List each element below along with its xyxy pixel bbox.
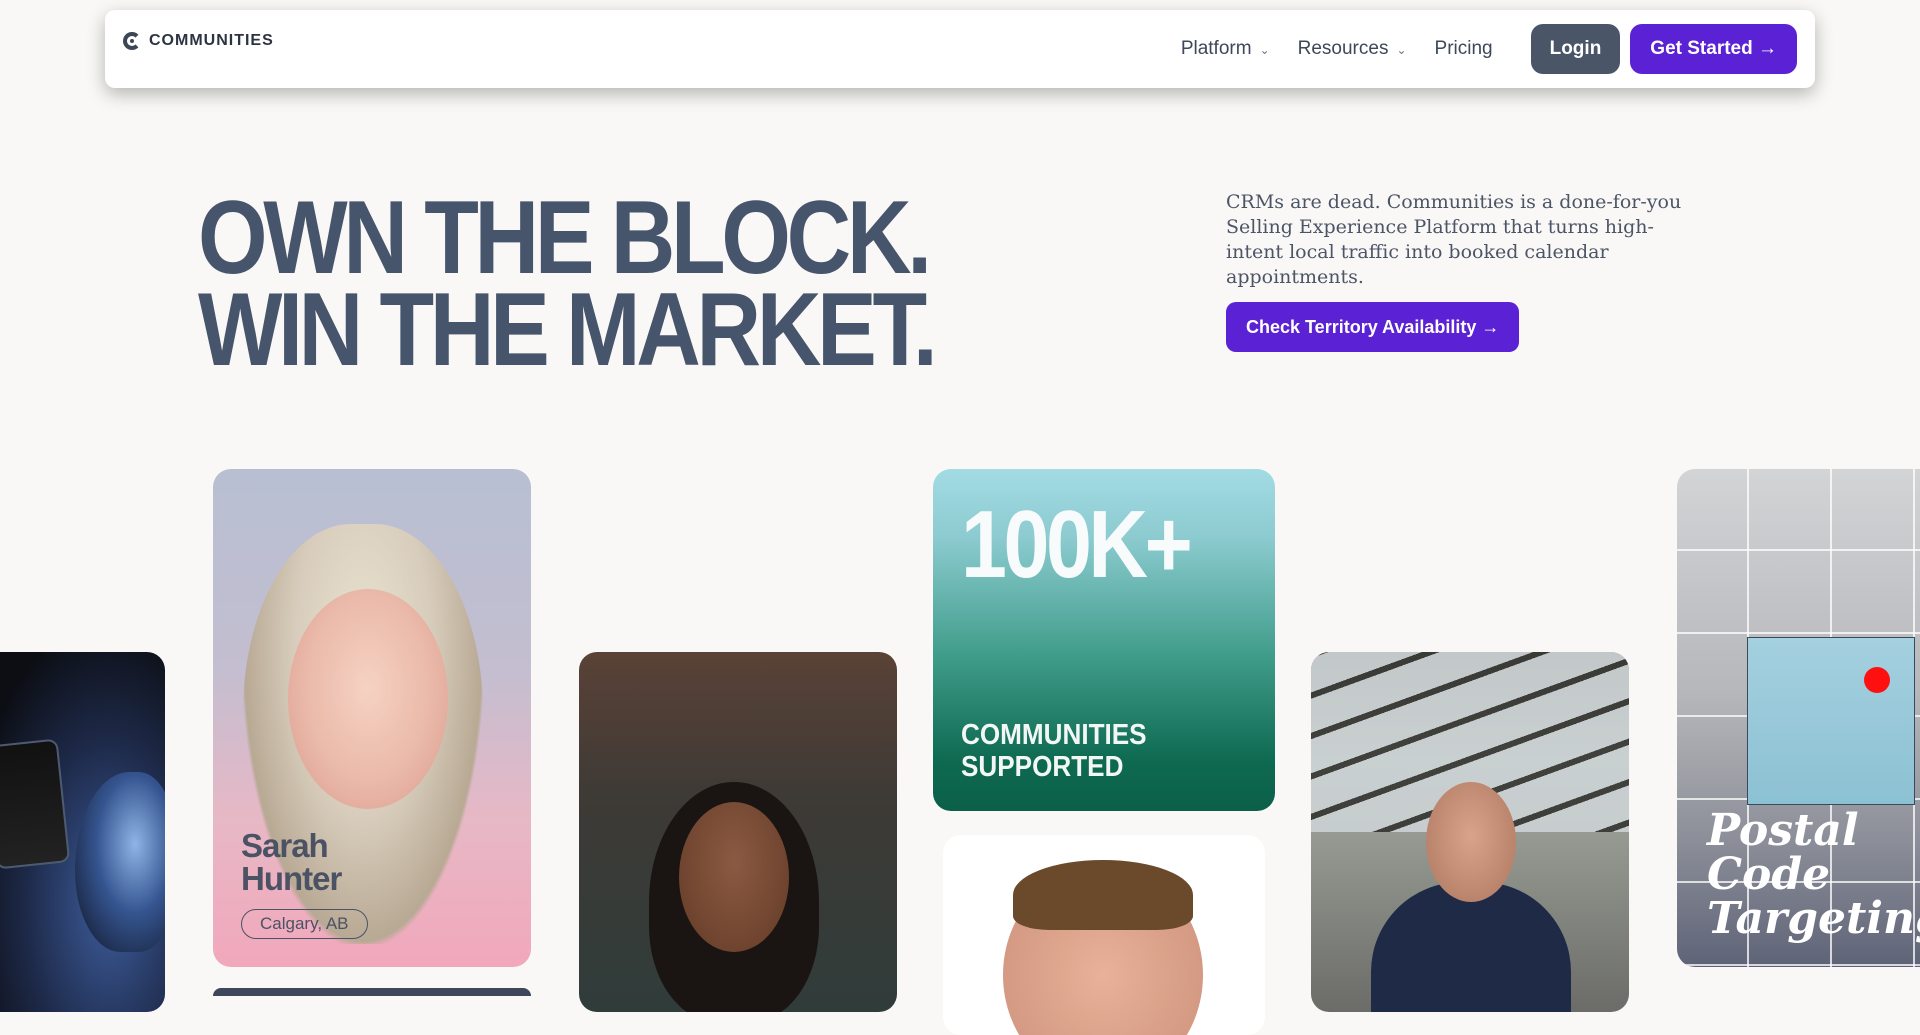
hero-title: OWN THE BLOCK. WIN THE MARKET. <box>198 180 938 388</box>
check-territory-button[interactable]: Check Territory Availability → <box>1226 302 1520 352</box>
robot-image-card <box>0 652 165 1012</box>
profile-first-name: Sarah <box>241 827 329 864</box>
brand-logo[interactable]: COMMUNITIES <box>123 32 274 50</box>
stat-value: 100K+ <box>961 491 1193 598</box>
portrait-card <box>1311 652 1629 1012</box>
map-tile <box>1747 637 1915 805</box>
hero-description: CRMs are dead. Communities is a done-for… <box>1226 191 1682 288</box>
stat-card: 100K+ COMMUNITIES SUPPORTED <box>933 469 1275 811</box>
location-badge: Calgary, AB <box>241 909 368 939</box>
portrait-card <box>943 835 1265 1035</box>
feature-title-line: Code <box>1707 849 1831 900</box>
portrait-face <box>679 802 789 952</box>
nav-item-label: Resources <box>1297 38 1389 59</box>
device-illustration <box>0 738 71 870</box>
get-started-button[interactable]: Get Started → <box>1630 24 1797 74</box>
portrait-hair <box>1013 860 1193 930</box>
stat-label: COMMUNITIES SUPPORTED <box>961 719 1147 783</box>
stat-label-line: COMMUNITIES <box>961 719 1147 751</box>
profile-last-name: Hunter <box>241 860 342 897</box>
nav-item-platform[interactable]: Platform ⌄ <box>1181 38 1270 60</box>
portrait-face <box>1426 782 1516 902</box>
nav-item-resources[interactable]: Resources ⌄ <box>1298 38 1407 60</box>
robot-head-illustration <box>75 772 165 952</box>
communities-logo-icon <box>123 32 141 50</box>
profile-name: Sarah Hunter <box>241 827 342 897</box>
portrait-card <box>579 652 897 1012</box>
login-button[interactable]: Login <box>1530 24 1621 74</box>
card-edge <box>213 988 531 996</box>
profile-card[interactable]: Sarah Hunter Calgary, AB <box>213 469 531 967</box>
nav-links: Platform ⌄ Resources ⌄ Pricing Login Get… <box>1181 24 1797 74</box>
nav-item-label: Platform <box>1180 38 1252 59</box>
stat-label-line: SUPPORTED <box>961 751 1124 783</box>
feature-title-line: Targeting <box>1707 893 1920 944</box>
hero-title-line: WIN THE MARKET. <box>198 272 938 388</box>
feature-title: Postal Code Targeting <box>1707 809 1920 941</box>
top-navbar: COMMUNITIES Platform ⌄ Resources ⌄ Prici… <box>105 10 1815 88</box>
portrait-face <box>288 589 448 809</box>
nav-item-pricing[interactable]: Pricing <box>1435 38 1493 60</box>
chevron-down-icon: ⌄ <box>1396 43 1407 57</box>
nav-item-label: Pricing <box>1434 38 1493 59</box>
chevron-down-icon: ⌄ <box>1259 43 1270 57</box>
location-pin-icon <box>1864 667 1890 693</box>
hero-title-line: OWN THE BLOCK. <box>198 180 932 296</box>
feature-card-postal: Postal Code Targeting <box>1677 469 1920 967</box>
feature-title-line: Postal <box>1707 805 1859 856</box>
brand-name: COMMUNITIES <box>149 32 274 49</box>
